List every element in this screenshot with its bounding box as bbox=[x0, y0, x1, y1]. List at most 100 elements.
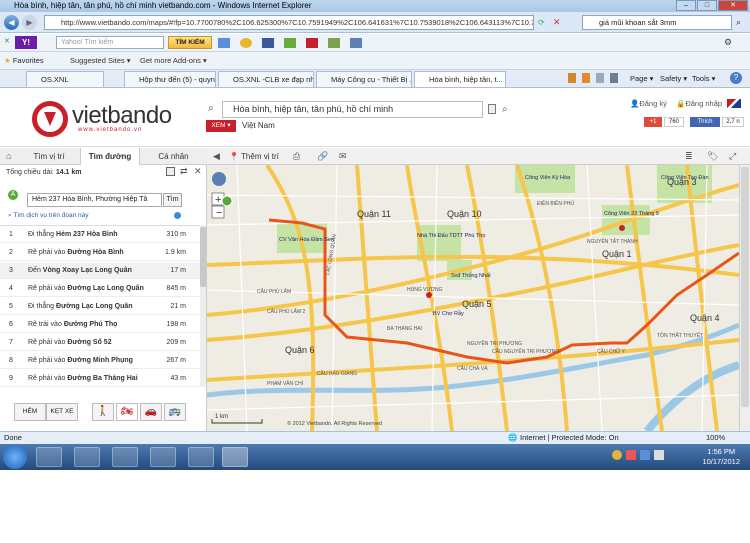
safety-menu[interactable]: Safety ▾ bbox=[660, 73, 687, 85]
zoom-level[interactable]: 100% bbox=[706, 432, 725, 444]
register-link[interactable]: 👤Đăng ký bbox=[630, 99, 667, 108]
suggested-sites-link[interactable]: Suggested Sites ▾ bbox=[70, 54, 130, 67]
tag-icon[interactable]: 🏷 bbox=[707, 151, 718, 162]
info-icon[interactable] bbox=[174, 212, 181, 219]
tab-find-location[interactable]: Tìm vị trí bbox=[18, 148, 80, 165]
stop-icon[interactable]: ✕ bbox=[553, 17, 561, 28]
search-submit-icon[interactable]: ⌕ bbox=[502, 104, 508, 115]
ie-icon[interactable] bbox=[222, 447, 248, 467]
messenger-icon[interactable] bbox=[150, 447, 176, 467]
place-search-input[interactable]: Hòa bình, hiệp tân, tân phú, hồ chí minh bbox=[222, 101, 483, 118]
swap-icon[interactable]: ⇄ bbox=[180, 166, 188, 177]
tray-messenger-icon[interactable] bbox=[612, 450, 622, 460]
motorbike-icon[interactable]: 🏍 bbox=[116, 403, 138, 421]
mode-alley-button[interactable]: HẺM bbox=[14, 403, 46, 421]
excel-icon[interactable] bbox=[188, 447, 214, 467]
map-scrollbar[interactable] bbox=[739, 165, 750, 431]
tab-clb[interactable]: OS.XNL -CLB xe đạp nh... bbox=[218, 71, 314, 87]
login-link[interactable]: 🔒Đăng nhập bbox=[676, 99, 722, 108]
refresh-icon[interactable]: ⟳ bbox=[538, 18, 545, 27]
gplus-button[interactable]: +1 bbox=[644, 117, 662, 127]
close-toolbar-icon[interactable]: ✕ bbox=[4, 37, 10, 45]
fb-like-button[interactable]: Thích bbox=[690, 117, 720, 127]
explorer-icon[interactable] bbox=[112, 447, 138, 467]
collapse-panel-icon[interactable]: ◀ bbox=[213, 151, 220, 162]
facebook-icon[interactable] bbox=[262, 37, 274, 48]
close-icon[interactable]: ✕ bbox=[194, 166, 202, 177]
mode-traffic-button[interactable]: KẸT XE bbox=[46, 403, 78, 421]
tab-mail[interactable]: Hộp thư đến (5) - quyn... bbox=[124, 71, 216, 87]
tab-vietbando[interactable]: Hòa bình, hiệp tân, t... bbox=[414, 71, 506, 87]
ie-search-input[interactable]: giá mũi khoan sắt 3mm bbox=[582, 15, 732, 30]
tab-osxnl[interactable]: OS.XNL bbox=[26, 71, 104, 87]
print-icon[interactable] bbox=[610, 73, 618, 83]
steps-scrollbar[interactable] bbox=[200, 225, 206, 387]
search-icon[interactable]: ⌕ bbox=[736, 17, 741, 28]
keyboard-icon[interactable] bbox=[488, 104, 496, 114]
feeds-icon[interactable] bbox=[582, 73, 590, 83]
tools-menu[interactable]: Tools ▾ bbox=[692, 73, 715, 85]
start-button[interactable] bbox=[3, 445, 27, 469]
route-step[interactable]: 2 Rẽ phải vào Đường Hòa Bình 1.9 km bbox=[0, 244, 200, 261]
games-icon[interactable] bbox=[284, 37, 296, 48]
route-step[interactable]: 9 Rẽ phải vào Đường Ba Tháng Hai 43 m bbox=[0, 370, 200, 387]
tab-maycongcu[interactable]: Máy Công cụ - Thiết Bị ... bbox=[316, 71, 412, 87]
maximize-button[interactable]: □ bbox=[697, 0, 717, 11]
tray-network-icon[interactable] bbox=[640, 450, 650, 460]
yahoo-search-button[interactable]: TÌM KIẾM bbox=[168, 36, 212, 49]
tab-personal[interactable]: Cá nhân bbox=[140, 148, 207, 165]
mail-icon[interactable] bbox=[596, 73, 604, 83]
route-step[interactable]: 5 Đi thẳng Đường Lạc Long Quân 21 m bbox=[0, 298, 200, 315]
mail-icon[interactable] bbox=[218, 37, 230, 48]
forward-button[interactable]: ▶ bbox=[22, 15, 37, 30]
favorites-button[interactable]: ★ Favorites bbox=[4, 54, 44, 67]
tray-antivirus-icon[interactable] bbox=[626, 450, 636, 460]
fullscreen-icon[interactable]: ⤢ bbox=[729, 151, 736, 162]
route-step[interactable]: 3 Đến Vòng Xoay Lạc Long Quân 17 m bbox=[0, 262, 200, 279]
print-icon[interactable]: ⎙ bbox=[293, 151, 300, 162]
route-step[interactable]: 1 Đi thẳng Hẻm 237 Hòa Bình 310 m bbox=[0, 226, 200, 243]
route-step[interactable]: 8 Rẽ phải vào Đường Minh Phụng 267 m bbox=[0, 352, 200, 369]
settings-icon[interactable]: ⚙ bbox=[724, 37, 732, 48]
tray-volume-icon[interactable] bbox=[654, 450, 664, 460]
yahoo-logo[interactable]: Y! bbox=[15, 36, 37, 49]
svg-text:CẦU CHÀ VÀ: CẦU CHÀ VÀ bbox=[457, 365, 488, 372]
show-location-button[interactable]: 📍 Thêm vị trí bbox=[229, 149, 279, 164]
bus-icon[interactable]: 🚌 bbox=[164, 403, 186, 421]
svg-text:Quận 11: Quận 11 bbox=[357, 209, 391, 219]
help-icon[interactable]: ? bbox=[730, 72, 742, 84]
view-dropdown[interactable]: XEM ▾ bbox=[206, 120, 236, 132]
system-clock[interactable]: 1:56 PM 10/17/2012 bbox=[702, 447, 740, 467]
home-icon[interactable]: ⌂ bbox=[6, 151, 11, 161]
addons-link[interactable]: Get more Add-ons ▾ bbox=[140, 54, 207, 67]
map-canvas[interactable]: + − Quận 11 Quận 10 Quận 3 Quận 1 Quận 5… bbox=[207, 165, 739, 431]
layers-icon[interactable]: ≣ bbox=[685, 151, 693, 162]
print-icon[interactable] bbox=[166, 167, 175, 176]
english-flag-icon[interactable] bbox=[727, 99, 741, 108]
url-input[interactable]: http://www.vietbando.com/maps/#!fp=10.77… bbox=[44, 15, 534, 30]
apps-icon[interactable] bbox=[306, 37, 318, 48]
firefox-icon[interactable] bbox=[36, 447, 62, 467]
walk-icon[interactable]: 🚶 bbox=[92, 403, 114, 421]
link-icon[interactable]: 🔗 bbox=[317, 151, 328, 162]
page-menu[interactable]: Page ▾ bbox=[630, 73, 653, 85]
back-button[interactable]: ◀ bbox=[4, 15, 19, 30]
route-step[interactable]: 6 Rẽ trái vào Đường Phú Thọ 198 m bbox=[0, 316, 200, 333]
close-button[interactable]: ✕ bbox=[718, 0, 748, 11]
car-icon[interactable]: 🚗 bbox=[140, 403, 162, 421]
yahoo-search-input[interactable]: Yahoo! Tìm kiếm bbox=[56, 36, 164, 49]
bookmark-icon[interactable] bbox=[328, 37, 340, 48]
minimize-button[interactable]: – bbox=[676, 0, 696, 11]
nearby-services-link[interactable]: ⌕ Tìm dịch vụ trên đoạn này bbox=[8, 212, 89, 220]
start-address-input[interactable]: Hẻm 237 Hòa Bình, Phường Hiệp Tâ bbox=[27, 193, 162, 207]
route-step[interactable]: 7 Rẽ phải vào Đường Số 52 209 m bbox=[0, 334, 200, 351]
media-player-icon[interactable] bbox=[74, 447, 100, 467]
route-step[interactable]: 4 Rẽ phải vào Đường Lạc Long Quân 845 m bbox=[0, 280, 200, 297]
home-icon[interactable] bbox=[568, 73, 576, 83]
email-icon[interactable]: ✉ bbox=[339, 151, 347, 162]
vietbando-logo-text[interactable]: vietbando bbox=[72, 102, 172, 130]
tab-find-route[interactable]: Tìm đường bbox=[80, 148, 140, 165]
find-button[interactable]: Tìm bbox=[163, 193, 182, 207]
news-icon[interactable] bbox=[350, 37, 362, 48]
messenger-icon[interactable] bbox=[240, 37, 252, 48]
